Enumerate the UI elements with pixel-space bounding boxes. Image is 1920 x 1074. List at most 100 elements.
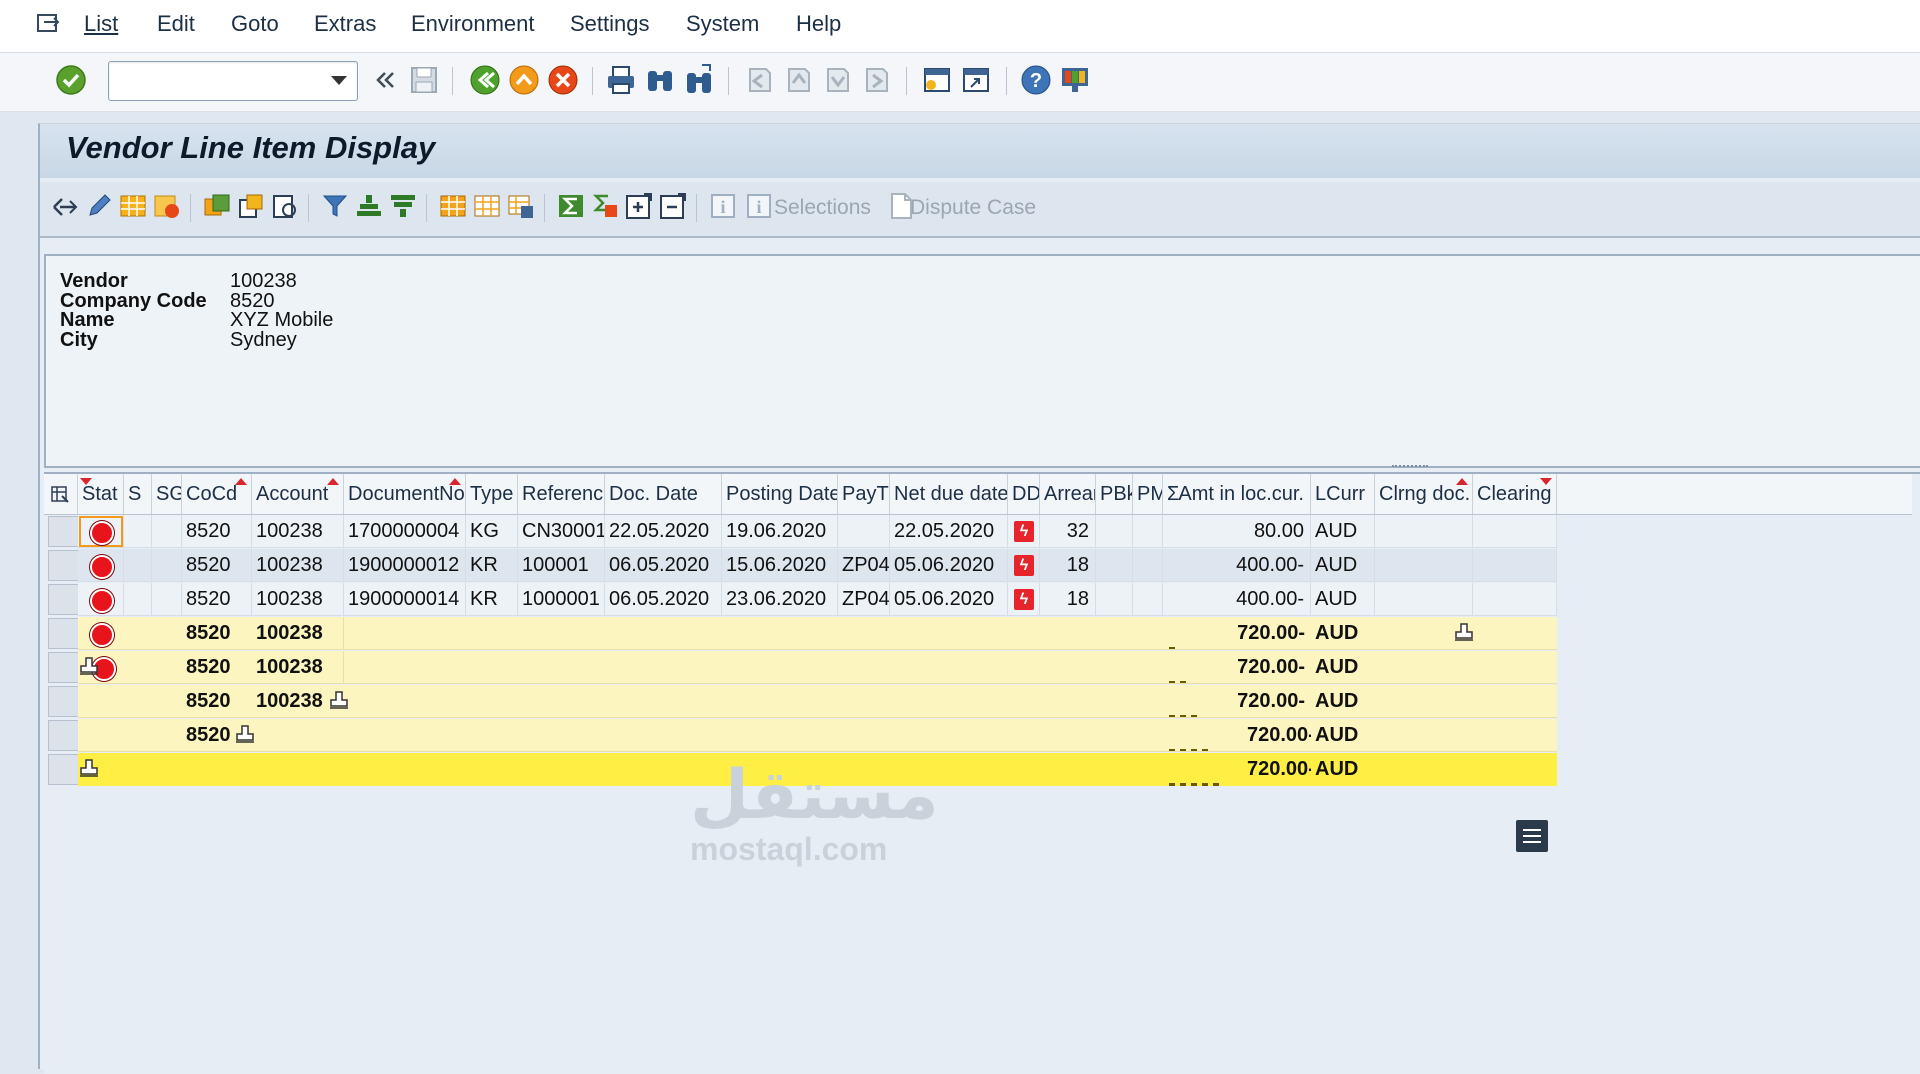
collapse-icon[interactable] xyxy=(658,191,688,221)
col-clearing[interactable]: Clearing xyxy=(1473,474,1557,514)
cocd-cell[interactable]: 8520 xyxy=(182,719,302,752)
amount-cell[interactable]: 400.00- xyxy=(1163,549,1311,582)
status-cell[interactable] xyxy=(78,617,182,650)
document-icon[interactable] xyxy=(202,191,232,221)
sg-cell[interactable] xyxy=(152,515,182,548)
lcurr-cell[interactable]: AUD xyxy=(1311,549,1375,582)
clearing-cell[interactable] xyxy=(1473,549,1557,582)
menu-system[interactable]: System xyxy=(686,11,759,37)
command-field[interactable] xyxy=(108,61,358,101)
copy-document-icon[interactable] xyxy=(236,191,266,221)
lcurr-cell[interactable]: AUD xyxy=(1311,719,1557,752)
mass-change-icon[interactable] xyxy=(118,191,148,221)
floating-menu-button[interactable] xyxy=(1516,820,1548,852)
subtotal-marker-icon[interactable] xyxy=(1453,622,1475,644)
total-marker-icon[interactable] xyxy=(78,758,100,780)
last-page-icon[interactable] xyxy=(859,63,893,97)
dispute-case-button[interactable]: Dispute Case xyxy=(910,196,1036,220)
lcurr-cell[interactable]: AUD xyxy=(1311,617,1375,650)
clearing-cell[interactable] xyxy=(1473,583,1557,616)
posting-date-cell[interactable]: 23.06.2020 xyxy=(722,583,838,616)
col-net-due-date[interactable]: Net due date xyxy=(890,474,1008,514)
subtotal-marker-icon[interactable] xyxy=(78,656,100,678)
cocd-cell[interactable]: 8520 xyxy=(182,617,252,650)
account-cell[interactable]: 100238 xyxy=(252,685,372,718)
account-cell[interactable]: 100238 xyxy=(252,651,344,684)
account-cell[interactable]: 100238 xyxy=(252,583,344,616)
selections-button[interactable]: Selections xyxy=(774,196,871,220)
menu-edit[interactable]: Edit xyxy=(157,11,195,37)
customize-layout-icon[interactable] xyxy=(1058,63,1092,97)
amount-cell[interactable]: 400.00- xyxy=(1163,583,1311,616)
menu-extras[interactable]: Extras xyxy=(314,11,376,37)
save-layout-icon[interactable] xyxy=(506,191,536,221)
cocd-cell[interactable]: 8520 xyxy=(182,651,252,684)
choose-layout-icon[interactable] xyxy=(472,191,502,221)
total-row[interactable]: 720.00- AUD xyxy=(44,753,1912,786)
pm-cell[interactable] xyxy=(1133,549,1163,582)
grid-settings-cell[interactable] xyxy=(44,474,78,514)
pbk-cell[interactable] xyxy=(1096,583,1133,616)
documentno-cell[interactable]: 1700000004 xyxy=(344,515,466,548)
cocd-cell[interactable]: 8520 xyxy=(182,583,252,616)
amount-cell[interactable]: 720.00- xyxy=(1233,685,1311,718)
payt-cell[interactable]: ZP04 xyxy=(838,583,890,616)
arrear-cell[interactable]: 18 xyxy=(1040,549,1096,582)
total-amount-cell[interactable]: 720.00- xyxy=(1243,753,1311,786)
col-amount[interactable]: Σ Amt in loc.cur. xyxy=(1163,474,1311,514)
col-s[interactable]: S xyxy=(124,474,152,514)
arrear-cell[interactable]: 32 xyxy=(1040,515,1096,548)
pm-cell[interactable] xyxy=(1133,583,1163,616)
amount-cell[interactable]: 720.00- xyxy=(1243,719,1311,752)
dd-cell[interactable]: ϟ xyxy=(1008,549,1040,582)
col-posting-date[interactable]: Posting Date xyxy=(722,474,838,514)
doc-date-cell[interactable]: 22.05.2020 xyxy=(605,515,722,548)
arrear-cell[interactable]: 18 xyxy=(1040,583,1096,616)
back-icon[interactable] xyxy=(468,63,502,97)
print-icon[interactable] xyxy=(604,63,638,97)
documentno-cell[interactable]: 1900000012 xyxy=(344,549,466,582)
row-selector[interactable] xyxy=(48,516,82,547)
table-settings-icon[interactable] xyxy=(50,484,70,504)
posting-date-cell[interactable]: 15.06.2020 xyxy=(722,549,838,582)
shortcut-icon[interactable] xyxy=(959,63,993,97)
menu-list[interactable]: List xyxy=(84,11,118,37)
type-cell[interactable]: KR xyxy=(466,583,518,616)
col-clrng-doc[interactable]: Clrng doc. xyxy=(1375,474,1473,514)
row-selector[interactable] xyxy=(48,686,82,717)
find-next-icon[interactable] xyxy=(682,63,716,97)
menu-environment[interactable]: Environment xyxy=(411,11,535,37)
expand-icon[interactable] xyxy=(624,191,654,221)
pbk-cell[interactable] xyxy=(1096,515,1133,548)
lcurr-cell[interactable]: AUD xyxy=(1311,515,1375,548)
net-due-date-cell[interactable]: 05.06.2020 xyxy=(890,549,1008,582)
total-lcurr-cell[interactable]: AUD xyxy=(1311,753,1557,786)
lcurr-cell[interactable]: AUD xyxy=(1311,685,1557,718)
net-due-date-cell[interactable]: 05.06.2020 xyxy=(890,583,1008,616)
menu-settings[interactable]: Settings xyxy=(570,11,650,37)
splitter-handle[interactable] xyxy=(1392,465,1428,471)
col-lcurr[interactable]: LCurr xyxy=(1311,474,1375,514)
reference-cell[interactable]: 1000001 xyxy=(518,583,605,616)
col-arrear[interactable]: Arrear xyxy=(1040,474,1096,514)
col-doc-date[interactable]: Doc. Date xyxy=(605,474,722,514)
doc-date-cell[interactable]: 06.05.2020 xyxy=(605,583,722,616)
next-page-icon[interactable] xyxy=(820,63,854,97)
table-row[interactable]: 8520 100238 1900000012 KR 100001 06.05.2… xyxy=(44,549,1912,582)
subtotal-row[interactable]: 8520 100238 720.00- AUD xyxy=(44,685,1912,718)
net-due-date-cell[interactable]: 22.05.2020 xyxy=(890,515,1008,548)
account-cell[interactable]: 100238 xyxy=(252,617,344,650)
row-selector[interactable] xyxy=(48,652,82,683)
col-cocd[interactable]: CoCd xyxy=(182,474,252,514)
lcurr-cell[interactable]: AUD xyxy=(1311,651,1557,684)
col-stat[interactable]: Stat xyxy=(78,474,124,514)
back-double-arrow-icon[interactable] xyxy=(368,63,402,97)
amount-cell[interactable]: 720.00- xyxy=(1203,617,1311,650)
col-account[interactable]: Account xyxy=(252,474,344,514)
table-row[interactable]: 8520 100238 1700000004 KG CN30001 22.05.… xyxy=(44,515,1912,548)
col-dd[interactable]: DD xyxy=(1008,474,1040,514)
clearing-cell[interactable] xyxy=(1473,515,1557,548)
help-icon[interactable]: ? xyxy=(1019,63,1053,97)
col-reference[interactable]: Reference xyxy=(518,474,605,514)
menu-app-icon[interactable] xyxy=(36,13,62,35)
